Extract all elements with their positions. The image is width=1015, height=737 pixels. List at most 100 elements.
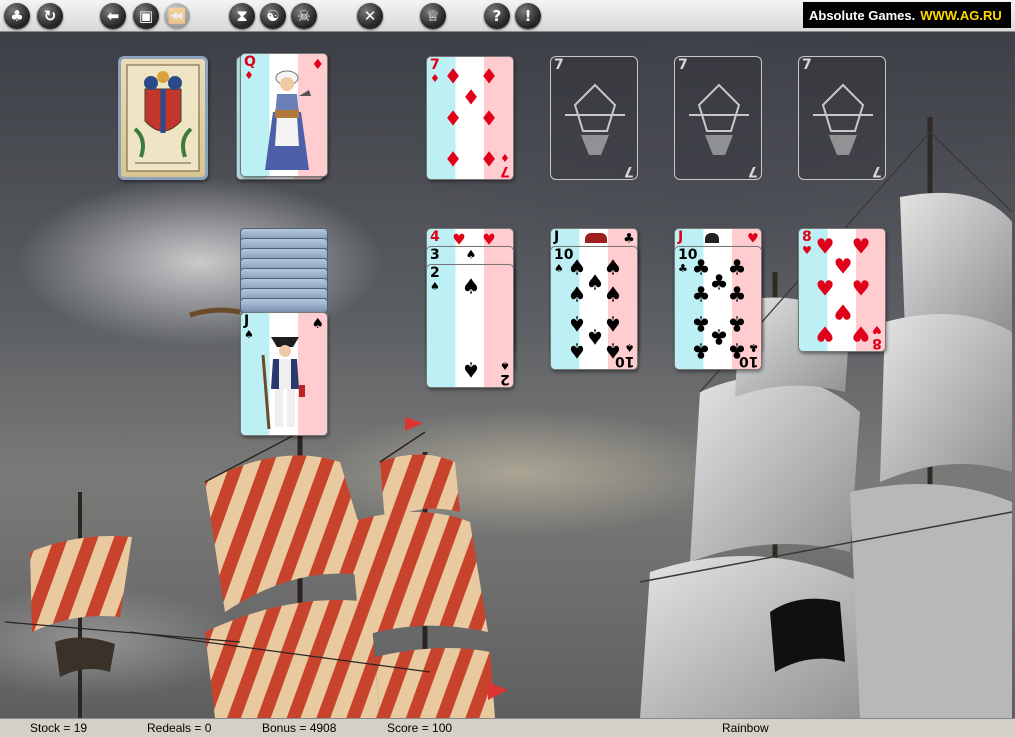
foundation-2-slot[interactable]: 7 7 (550, 56, 638, 180)
card-rank: 4 (430, 229, 440, 245)
foundation-1-card[interactable]: 7 ♦ 7 ♦ ♦ ♦ ♦ ♦ ♦ ♦ ♦ (426, 56, 514, 180)
undo-icon[interactable]: ⬅ (100, 3, 126, 29)
spade-pip-icon: ♠ (585, 270, 605, 295)
heart-pip-icon: ♥ (851, 321, 871, 346)
jack-hat (585, 233, 607, 243)
spade-pip-icon: ♠ (567, 282, 587, 307)
left-striped-ship (4, 307, 241, 718)
card-rank: J (554, 229, 560, 245)
toolbar: ♣ ↻ ⬅ ▣ ⏪ ⧗ ☯ ☠ ✕ ♕ ? ! Absolute Games. … (0, 0, 1015, 32)
slot-rank-bottom: 7 (748, 163, 758, 179)
card-rank: J ♠ (244, 313, 254, 341)
bonus-value: Bonus = 4908 (262, 721, 337, 735)
two-of-spades-card[interactable]: 2 ♠ 2 ♠ ♠ ♠ (426, 264, 514, 388)
diamond-pip-icon: ♦ (479, 147, 499, 172)
club-pip-icon: ♣ (691, 255, 711, 280)
clubs-menu-icon[interactable]: ♣ (4, 3, 30, 29)
card-rank: J (678, 229, 684, 245)
galleon-watermark-icon (689, 83, 749, 155)
club-pip-icon: ♣ (709, 324, 729, 349)
diamond-pip-icon: ♦ (479, 64, 499, 89)
ten-of-spades-card[interactable]: 10 ♠ 10 ♠ ♠ ♠ ♠ ♠ ♠ ♠ ♠ ♠ ♠ ♠ (550, 246, 638, 370)
brand-url[interactable]: WWW.AG.RU (920, 8, 1002, 23)
status-bar: Stock = 19 Redeals = 0 Bonus = 4908 Scor… (0, 718, 1015, 737)
restart-icon[interactable]: ↻ (37, 3, 63, 29)
spade-pip-icon: ♠ (461, 357, 481, 382)
card-rank-bottom: 7 ♦ (500, 151, 510, 179)
heart-pip-icon: ♥ (833, 254, 853, 279)
yin-yang-icon[interactable]: ☯ (260, 3, 286, 29)
heart-pip-icon: ♥ (851, 234, 871, 259)
card-rank: 8 ♥ (802, 229, 812, 257)
redeals-count: Redeals = 0 (147, 721, 212, 735)
game-table: Q ♦ ♦ 7 ♦ 7 ♦ ♦ ♦ ♦ ♦ ♦ ♦ ♦ 7 7 7 7 7 7 … (0, 32, 1015, 718)
slot-rank: 7 (554, 57, 564, 73)
card-rank-bottom: 8 ♥ (872, 323, 882, 351)
jack-of-spades-card[interactable]: J ♠ ♠ (240, 312, 328, 436)
spade-pip-icon: ♠ (461, 274, 481, 299)
heraldic-card-back (126, 64, 200, 172)
ten-of-clubs-card[interactable]: 10 ♣ 10 ♣ ♣ ♣ ♣ ♣ ♣ ♣ ♣ ♣ ♣ ♣ (674, 246, 762, 370)
spade-pip-icon: ♠ (465, 247, 477, 262)
grey-galleon (639, 117, 1013, 718)
club-pip-icon: ♣ (727, 338, 747, 363)
help-icon[interactable]: ? (484, 3, 510, 29)
card-rank: 7 ♦ (430, 57, 440, 85)
slot-rank: 7 (802, 57, 812, 73)
card-rank: 3 (430, 247, 440, 263)
fast-back-icon[interactable]: ⏪ (164, 3, 190, 29)
face-down-card (240, 298, 328, 313)
club-pip-icon: ♣ (727, 255, 747, 280)
heart-pip-icon: ♥ (851, 276, 871, 301)
stock-pile[interactable] (118, 56, 208, 180)
brand-banner[interactable]: Absolute Games. WWW.AG.RU (803, 2, 1011, 28)
heart-pip-icon: ♥ (815, 321, 835, 346)
score-value: Score = 100 (387, 721, 453, 735)
spade-pip-icon: ♠ (603, 282, 623, 307)
club-pip-icon: ♣ (727, 282, 747, 307)
camera-icon[interactable]: ▣ (133, 3, 159, 29)
diamond-pip-icon: ♦ (443, 106, 463, 131)
trophy-icon[interactable]: ♕ (420, 3, 446, 29)
jack-hat (705, 233, 719, 243)
game-mode: Rainbow (722, 721, 769, 735)
slot-rank: 7 (678, 57, 688, 73)
skull-icon[interactable]: ☠ (291, 3, 317, 29)
hourglass-icon[interactable]: ⧗ (229, 3, 255, 29)
brand-text: Absolute Games. (809, 7, 916, 23)
spade-pip-icon: ♠ (585, 324, 605, 349)
club-pip-icon: ♣ (691, 282, 711, 307)
spade-pip-icon: ♠ (567, 311, 587, 336)
spade-pip-icon: ♠ (603, 255, 623, 280)
eight-of-hearts-card[interactable]: 8 ♥ 8 ♥ ♥ ♥ ♥ ♥ ♥ ♥ ♥ ♥ (798, 228, 886, 352)
club-pip-icon: ♣ (691, 311, 711, 336)
tools-icon[interactable]: ✕ (357, 3, 383, 29)
diamond-pip-icon: ♦ (443, 147, 463, 172)
foundation-3-slot[interactable]: 7 7 (674, 56, 762, 180)
card-rank: Q ♦ (244, 54, 256, 82)
waste-top-card[interactable]: Q ♦ ♦ (240, 53, 328, 177)
card-rank-bottom: 2 ♠ (500, 359, 510, 387)
club-pip-icon: ♣ (691, 338, 711, 363)
heart-pip-icon: ♥ (815, 234, 835, 259)
galleon-watermark-icon (565, 83, 625, 155)
diamond-pip-icon: ♦ (443, 64, 463, 89)
galleon-watermark-icon (813, 83, 873, 155)
queen-figure (265, 70, 311, 170)
club-pip-icon: ♣ (727, 311, 747, 336)
spade-pip-icon: ♠ (603, 338, 623, 363)
diamond-pip-icon: ♦ (479, 106, 499, 131)
spade-pip-icon: ♠ (603, 311, 623, 336)
heart-pip-icon: ♥ (833, 299, 853, 324)
spade-pip-icon: ♠ (567, 255, 587, 280)
hint-icon[interactable]: ! (515, 3, 541, 29)
heart-pip-icon: ♥ (815, 276, 835, 301)
card-rank: 2 ♠ (430, 265, 440, 293)
slot-rank-bottom: 7 (624, 163, 634, 179)
slot-rank-bottom: 7 (872, 163, 882, 179)
club-pip-icon: ♣ (709, 270, 729, 295)
foundation-4-slot[interactable]: 7 7 (798, 56, 886, 180)
spade-pip-icon: ♠ (567, 338, 587, 363)
soldier-figure (261, 337, 305, 430)
diamond-pip-icon: ♦ (461, 85, 481, 110)
